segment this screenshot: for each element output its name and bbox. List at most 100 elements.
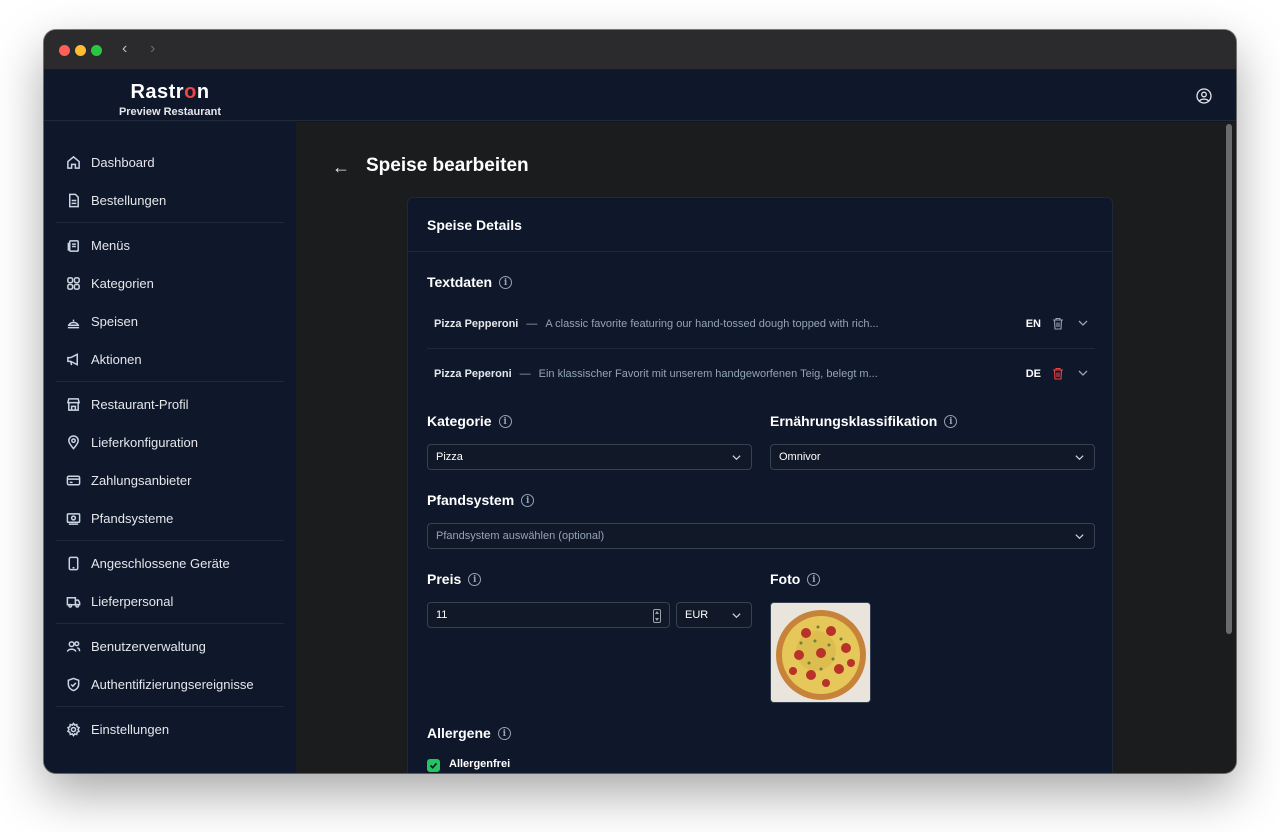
sidebar-item-zahlungsanbieter[interactable]: Zahlungsanbieter — [66, 468, 191, 492]
select-value: Pizza — [436, 451, 463, 463]
allergenfrei-checkbox[interactable] — [427, 759, 440, 772]
info-icon[interactable]: i — [521, 493, 535, 507]
section-label-text: Kategorie — [427, 413, 492, 429]
sidebar-item-label: Aktionen — [91, 351, 142, 367]
sidebar-item-kategorien[interactable]: Kategorien — [66, 271, 154, 295]
pizza-image — [771, 603, 870, 702]
dish-icon — [67, 319, 80, 328]
select-value: Omnivor — [779, 451, 821, 463]
document-icon — [69, 193, 79, 207]
price-value: 11 — [436, 609, 448, 621]
browser-back-icon[interactable]: ‹ — [122, 40, 127, 58]
menus-icon — [67, 239, 79, 252]
info-icon[interactable]: i — [807, 572, 821, 586]
logo[interactable]: Rastron — [120, 81, 220, 104]
ernaehrung-select[interactable]: Omnivor — [770, 444, 1095, 470]
sidebar-divider — [56, 381, 284, 382]
select-placeholder: Pfandsystem auswählen (optional) — [436, 530, 605, 542]
sidebar-item-benutzerverwaltung[interactable]: Benutzerverwaltung — [66, 634, 206, 658]
store-icon — [66, 397, 81, 411]
scrollbar[interactable] — [1226, 124, 1232, 634]
info-icon[interactable]: i — [497, 726, 511, 740]
select-value: EUR — [685, 609, 709, 621]
info-icon[interactable]: i — [499, 275, 513, 289]
app-window: ‹ › Rastron Preview Restaurant Dashboard… — [44, 30, 1236, 773]
dish-description: Ein klassischer Favorit mit unserem hand… — [538, 367, 878, 380]
sidebar-item-speisen[interactable]: Speisen — [66, 309, 138, 333]
info-icon[interactable]: i — [468, 572, 482, 586]
maximize-window-button[interactable] — [91, 45, 102, 56]
chevron-down-icon — [1075, 534, 1084, 540]
section-label-text: Allergene — [427, 725, 491, 741]
credit-card-icon — [66, 475, 81, 485]
check-icon — [429, 762, 438, 769]
back-arrow-icon[interactable]: ← — [332, 157, 350, 178]
sidebar-item-lieferpersonal[interactable]: Lieferpersonal — [66, 589, 173, 613]
chevron-down-icon — [732, 613, 741, 619]
kategorie-select[interactable]: Pizza — [427, 444, 752, 470]
sidebar-item-lieferkonfiguration[interactable]: Lieferkonfiguration — [66, 430, 198, 454]
textdaten-label: Textdaten i — [427, 274, 513, 290]
dish-photo[interactable] — [770, 602, 871, 703]
sidebar-item-label: Zahlungsanbieter — [91, 472, 192, 488]
truck-icon — [66, 596, 81, 608]
sidebar-item-label: Benutzerverwaltung — [91, 638, 206, 654]
sidebar-item-einstellungen[interactable]: Einstellungen — [66, 717, 169, 741]
sidebar-item-aktionen[interactable]: Aktionen — [66, 347, 142, 371]
sidebar-item-bestellungen[interactable]: Bestellungen — [66, 188, 166, 212]
section-label-text: Pfandsystem — [427, 492, 515, 508]
restaurant-name: Preview Restaurant — [118, 106, 222, 118]
section-label-text: Ernährungsklassifikation — [770, 413, 938, 429]
number-stepper[interactable] — [653, 609, 661, 623]
sidebar-divider — [56, 623, 284, 624]
sidebar-divider — [56, 540, 284, 541]
page-title: Speise bearbeiten — [366, 155, 529, 176]
sidebar-item-restaurant-profil[interactable]: Restaurant-Profil — [66, 392, 189, 416]
sidebar-item-label: Authentifizierungsereignisse — [91, 676, 254, 692]
browser-forward-icon[interactable]: › — [150, 40, 155, 58]
minimize-window-button[interactable] — [75, 45, 86, 56]
chevron-down-icon[interactable] — [1077, 317, 1089, 329]
map-pin-icon — [68, 434, 79, 450]
sidebar-item-authentifizierungsereignisse[interactable]: Authentifizierungsereignisse — [66, 672, 254, 696]
sidebar-divider — [56, 222, 284, 223]
info-icon[interactable]: i — [944, 414, 958, 428]
top-bar: Rastron Preview Restaurant — [44, 71, 1236, 121]
sidebar-item-dashboard[interactable]: Dashboard — [66, 150, 155, 174]
sidebar-item-pfandsysteme[interactable]: Pfandsysteme — [66, 506, 173, 530]
section-label-text: Foto — [770, 571, 801, 587]
shield-icon — [67, 677, 80, 691]
dish-name: Pizza Peperoni — [434, 367, 512, 380]
chevron-down-icon[interactable] — [1077, 367, 1089, 379]
separator-dash: — — [526, 317, 538, 330]
textdaten-row-de[interactable]: Pizza Peperoni — Ein klassischer Favorit… — [427, 349, 1095, 398]
sidebar-item-label: Einstellungen — [91, 721, 170, 737]
user-circle-icon[interactable] — [1196, 88, 1212, 104]
currency-select[interactable]: EUR — [676, 602, 752, 628]
tablet-icon — [68, 556, 79, 570]
close-window-button[interactable] — [59, 45, 70, 56]
speise-details-card: Speise Details Textdaten i Pizza Peppero… — [407, 197, 1113, 773]
sidebar-divider — [56, 706, 284, 707]
trash-icon[interactable] — [1052, 317, 1064, 330]
info-icon[interactable]: i — [498, 414, 512, 428]
pfandsystem-select[interactable]: Pfandsystem auswählen (optional) — [427, 523, 1095, 549]
sidebar-item-menues[interactable]: Menüs — [66, 233, 130, 257]
preis-label: Preis i — [427, 571, 482, 587]
sidebar-item-label: Restaurant-Profil — [91, 396, 189, 412]
sidebar-item-angeschlossene-geraete[interactable]: Angeschlossene Geräte — [66, 551, 230, 575]
price-input[interactable]: 11 — [427, 602, 670, 628]
users-icon — [66, 640, 81, 652]
sidebar-item-label: Speisen — [91, 313, 138, 329]
trash-icon[interactable] — [1052, 367, 1064, 380]
sidebar-item-label: Angeschlossene Geräte — [91, 555, 230, 571]
textdaten-row-en[interactable]: Pizza Pepperoni — A classic favorite fea… — [427, 299, 1095, 348]
sidebar-item-label: Lieferpersonal — [91, 593, 174, 609]
language-code: DE — [1025, 367, 1041, 380]
pfandsystem-label: Pfandsystem i — [427, 492, 535, 508]
ernaehrung-label: Ernährungsklassifikation i — [770, 413, 958, 429]
sidebar-item-label: Pfandsysteme — [91, 510, 174, 526]
section-label-text: Textdaten — [427, 274, 493, 290]
title-bar: ‹ › — [44, 30, 1236, 70]
dish-name: Pizza Pepperoni — [434, 317, 519, 330]
